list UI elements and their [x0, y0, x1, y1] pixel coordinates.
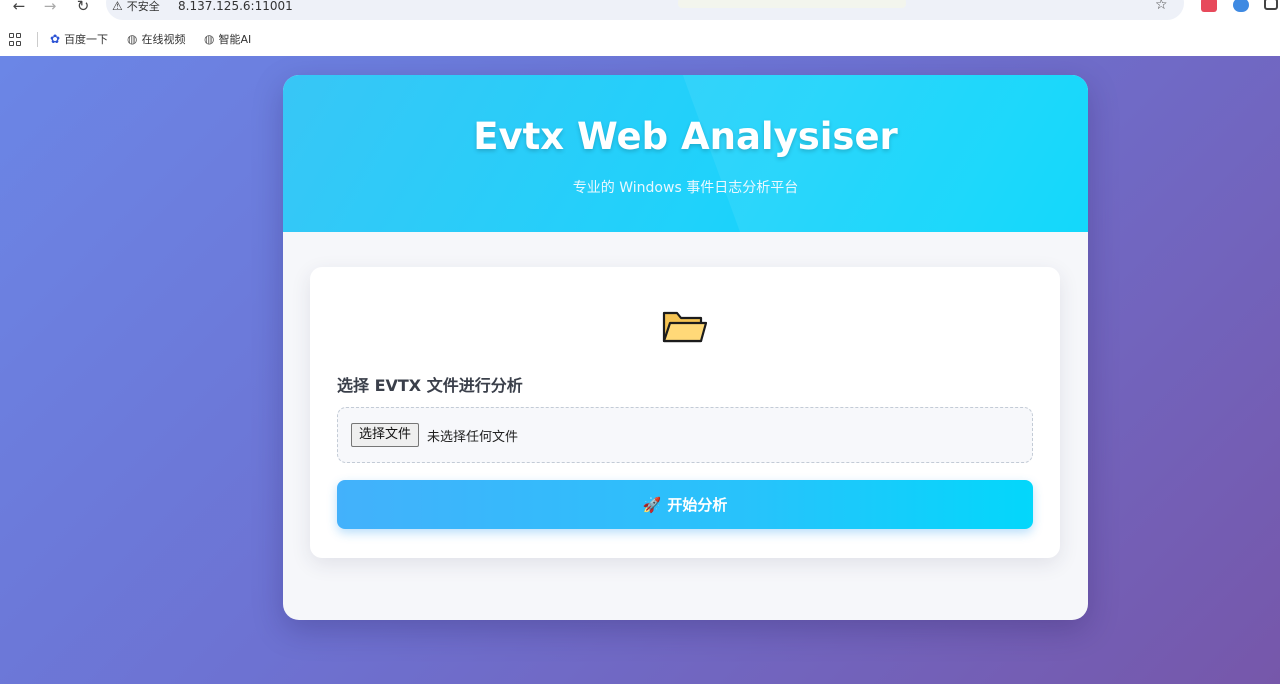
browser-toolbar: ← → ↻ ⚠ 不安全 8.137.125.6:11001 ☆ [0, 0, 1280, 22]
security-label: 不安全 [126, 0, 160, 13]
page-subtitle: 专业的 Windows 事件日志分析平台 [572, 180, 799, 196]
bookmark-star-icon[interactable]: ☆ [1155, 0, 1168, 13]
main-card: Evtx Web Analysiser 专业的 Windows 事件日志分析平台… [283, 75, 1088, 620]
bookmark-online-video[interactable]: ◍ 在线视频 [127, 31, 185, 47]
globe-icon: ◍ [204, 32, 215, 46]
address-bar-highlight [678, 0, 906, 8]
warning-icon: ⚠ [112, 0, 123, 13]
page-background: Evtx Web Analysiser 专业的 Windows 事件日志分析平台… [0, 56, 1280, 684]
file-status: 未选择任何文件 [427, 430, 519, 445]
apps-grid-icon[interactable] [9, 33, 22, 46]
extensions-puzzle-icon[interactable] [1264, 0, 1278, 10]
choose-file-button[interactable]: 选择文件 [351, 423, 420, 447]
upload-label: 选择 EVTX 文件进行分析 [337, 376, 523, 395]
reload-icon[interactable]: ↻ [73, 0, 93, 14]
bookmark-label: 百度一下 [64, 33, 109, 46]
bookmarks-bar: ✿ 百度一下 ◍ 在线视频 ◍ 智能AI [0, 22, 1280, 56]
url-text[interactable]: 8.137.125.6:11001 [178, 0, 293, 14]
start-analysis-label: 开始分析 [667, 496, 728, 514]
file-dropzone[interactable]: 选择文件 未选择任何文件 [337, 407, 1033, 463]
bookmarks-divider [37, 32, 38, 47]
folder-icon [662, 311, 707, 343]
upload-panel: 选择 EVTX 文件进行分析 选择文件 未选择任何文件 🚀 开始分析 [310, 267, 1060, 558]
bookmark-label: 在线视频 [141, 33, 186, 46]
start-analysis-button[interactable]: 🚀 开始分析 [337, 480, 1033, 529]
security-chip[interactable]: ⚠ 不安全 [112, 0, 160, 14]
bookmark-label: 智能AI [218, 33, 252, 46]
page-title: Evtx Web Analysiser [473, 115, 898, 158]
extension-icon[interactable] [1201, 0, 1217, 12]
bookmark-smart-ai[interactable]: ◍ 智能AI [204, 31, 251, 47]
rocket-icon: 🚀 [642, 495, 662, 514]
globe-icon: ◍ [127, 32, 138, 46]
card-header: Evtx Web Analysiser 专业的 Windows 事件日志分析平台 [283, 75, 1088, 232]
extension-icon[interactable] [1233, 0, 1249, 12]
back-arrow-icon[interactable]: ← [9, 0, 29, 14]
baidu-paw-icon: ✿ [50, 32, 61, 46]
bookmark-baidu[interactable]: ✿ 百度一下 [50, 31, 108, 47]
forward-arrow-icon[interactable]: → [40, 0, 60, 14]
